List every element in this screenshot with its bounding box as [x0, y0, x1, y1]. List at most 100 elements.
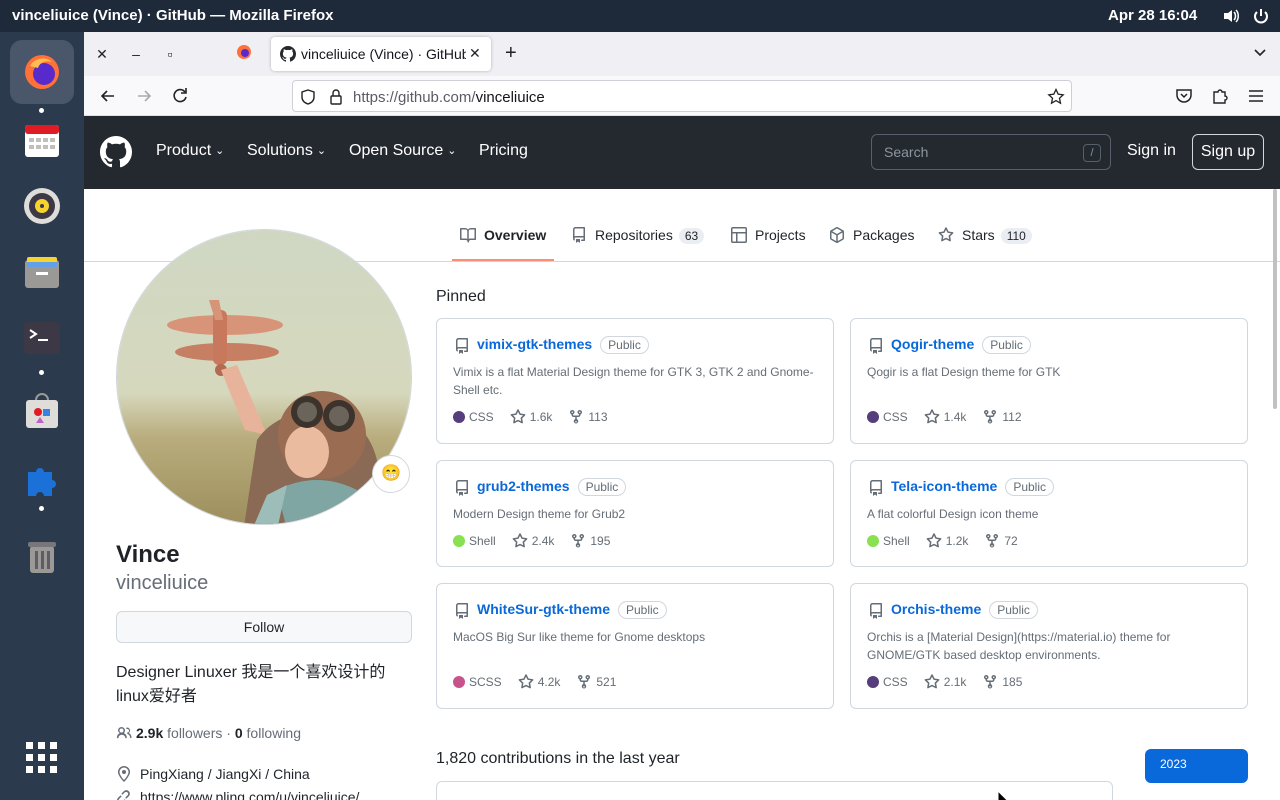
reload-icon[interactable] — [170, 86, 190, 106]
follow-button[interactable]: Follow — [116, 611, 412, 643]
repo-icon — [870, 338, 882, 354]
visibility-badge: Public — [600, 336, 649, 354]
repo-stars-link[interactable]: 2.1k — [924, 674, 966, 689]
fork-icon — [570, 409, 583, 424]
bookmark-star-icon[interactable] — [1047, 87, 1065, 106]
terminal-icon[interactable] — [10, 306, 74, 370]
repo-language: Shell — [867, 534, 910, 548]
table-icon — [731, 227, 747, 243]
repo-forks-link[interactable]: 195 — [570, 533, 610, 548]
profile-website[interactable]: https://www.pling.com/u/vinceliuice/ — [116, 789, 359, 800]
contributions-heading: 1,820 contributions in the last year — [436, 750, 680, 767]
software-icon[interactable] — [10, 378, 74, 442]
repo-forks-link[interactable]: 185 — [982, 674, 1022, 689]
forward-icon[interactable] — [134, 86, 154, 106]
star-icon — [510, 409, 526, 424]
app-grid-icon[interactable] — [10, 726, 74, 790]
extensions-puzzle-icon[interactable] — [1210, 86, 1230, 106]
address-bar[interactable]: https://github.com/vinceliuice — [292, 80, 1072, 112]
firefox-icon[interactable] — [10, 40, 74, 104]
repo-description: Qogir is a flat Design theme for GTK — [867, 365, 1061, 379]
repo-description: A flat colorful Design icon theme — [867, 507, 1039, 521]
repo-stars-link[interactable]: 1.6k — [510, 409, 552, 424]
firefox-view-icon[interactable] — [234, 44, 254, 64]
tab-overview[interactable]: Overview — [460, 227, 546, 243]
pinned-repo-card: WhiteSur-gtk-theme Public MacOS Big Sur li… — [436, 583, 834, 709]
navigation-toolbar: https://github.com/vinceliuice — [84, 76, 1280, 116]
repo-stars-link[interactable]: 1.4k — [924, 409, 966, 424]
visibility-badge: Public — [989, 601, 1038, 619]
search-box: / — [871, 134, 1111, 170]
extensions-icon[interactable] — [10, 448, 74, 512]
repo-name-link[interactable]: grub2-themes Public — [477, 478, 627, 496]
window-maximize-icon[interactable]: ▫ — [160, 44, 180, 64]
repo-name-link[interactable]: Qogir-theme Public — [891, 336, 1031, 354]
github-logo-icon[interactable] — [100, 136, 132, 168]
following-link[interactable]: 0 following — [235, 725, 301, 741]
lock-icon[interactable] — [327, 88, 345, 106]
rhythmbox-icon[interactable] — [10, 174, 74, 238]
status-emoji[interactable]: 😁 — [372, 455, 410, 493]
clock[interactable]: Apr 28 16:04 — [1108, 7, 1197, 24]
back-icon[interactable] — [98, 86, 118, 106]
calendar-icon[interactable] — [10, 108, 74, 172]
search-input[interactable] — [872, 135, 1072, 169]
repo-stars-link[interactable]: 2.4k — [512, 533, 554, 548]
repo-forks-link[interactable]: 112 — [982, 409, 1022, 424]
pocket-icon[interactable] — [1174, 86, 1194, 106]
nav-product[interactable]: Product ⌄ — [156, 142, 224, 160]
menu-hamburger-icon[interactable] — [1246, 86, 1266, 106]
chevron-down-icon: ⌄ — [316, 145, 327, 158]
chevron-down-icon: ⌄ — [447, 145, 457, 158]
repo-description: Modern Design theme for Grub2 — [453, 507, 626, 521]
github-header: Product ⌄ Solutions ⌄ Open Source ⌄ Pricing… — [84, 116, 1280, 189]
window-minimize-icon[interactable]: – — [126, 44, 146, 64]
nav-pricing[interactable]: Pricing — [479, 142, 528, 160]
repo-stars-link[interactable]: 1.2k — [926, 533, 968, 548]
repo-name-link[interactable]: vimix-gtk-themes Public — [477, 336, 649, 354]
power-icon[interactable] — [1252, 7, 1270, 25]
files-icon[interactable] — [10, 240, 74, 304]
tab-stars[interactable]: Stars 110 — [938, 227, 1032, 244]
repo-stars-link[interactable]: 4.2k — [518, 674, 560, 689]
list-all-tabs-icon[interactable] — [1252, 44, 1268, 60]
nav-solutions[interactable]: Solutions ⌄ — [247, 142, 326, 160]
sign-up-button[interactable]: Sign up — [1192, 134, 1264, 170]
repo-language: CSS — [453, 410, 494, 424]
page-scrollbar[interactable] — [1273, 189, 1277, 409]
chevron-down-icon: ⌄ — [215, 145, 225, 158]
language-color-dot — [867, 411, 879, 423]
tracking-protection-icon[interactable] — [299, 88, 317, 106]
language-color-dot — [453, 411, 465, 423]
tab-github-profile[interactable]: vinceliuice (Vince) · GitHub ✕ — [271, 37, 491, 71]
fork-icon — [984, 409, 997, 424]
url-text: https://github.com/vinceliuice — [353, 89, 545, 106]
tab-packages[interactable]: Packages — [829, 226, 914, 244]
repo-meta: Shell 1.2k 72 — [867, 533, 1034, 549]
tab-close-icon[interactable]: ✕ — [469, 45, 481, 62]
year-2023-button[interactable]: 2023 — [1145, 749, 1248, 783]
tab-projects[interactable]: Projects — [731, 227, 806, 243]
repo-name-link[interactable]: Orchis-theme Public — [891, 601, 1038, 619]
tab-repositories[interactable]: Repositories 63 — [571, 227, 705, 244]
repo-description: Vimix is a flat Material Design theme fo… — [453, 365, 814, 397]
window-close-icon[interactable]: ✕ — [92, 44, 112, 64]
volume-icon[interactable] — [1222, 7, 1240, 25]
repo-forks-link[interactable]: 72 — [984, 533, 1018, 548]
sign-in-link[interactable]: Sign in — [1127, 142, 1176, 160]
nav-open-source[interactable]: Open Source ⌄ — [349, 142, 457, 160]
repo-language: CSS — [867, 675, 908, 689]
language-color-dot — [867, 676, 879, 688]
repo-forks-link[interactable]: 521 — [576, 674, 616, 689]
avatar[interactable] — [116, 229, 412, 525]
new-tab-icon[interactable]: + — [505, 42, 517, 65]
repo-forks-link[interactable]: 113 — [568, 409, 608, 424]
followers-link[interactable]: 2.9k followers — [136, 725, 222, 741]
window-title: vinceliuice (Vince) · GitHub — Mozilla F… — [12, 7, 334, 24]
pinned-repo-card: grub2-themes Public Modern Design theme fo… — [436, 460, 834, 567]
trash-icon[interactable] — [10, 524, 74, 588]
repo-name-link[interactable]: WhiteSur-gtk-theme Public — [477, 601, 667, 619]
stars-count: 110 — [1000, 228, 1032, 244]
repo-name-link[interactable]: Tela-icon-theme Public — [891, 478, 1054, 496]
repo-language: SCSS — [453, 675, 502, 689]
